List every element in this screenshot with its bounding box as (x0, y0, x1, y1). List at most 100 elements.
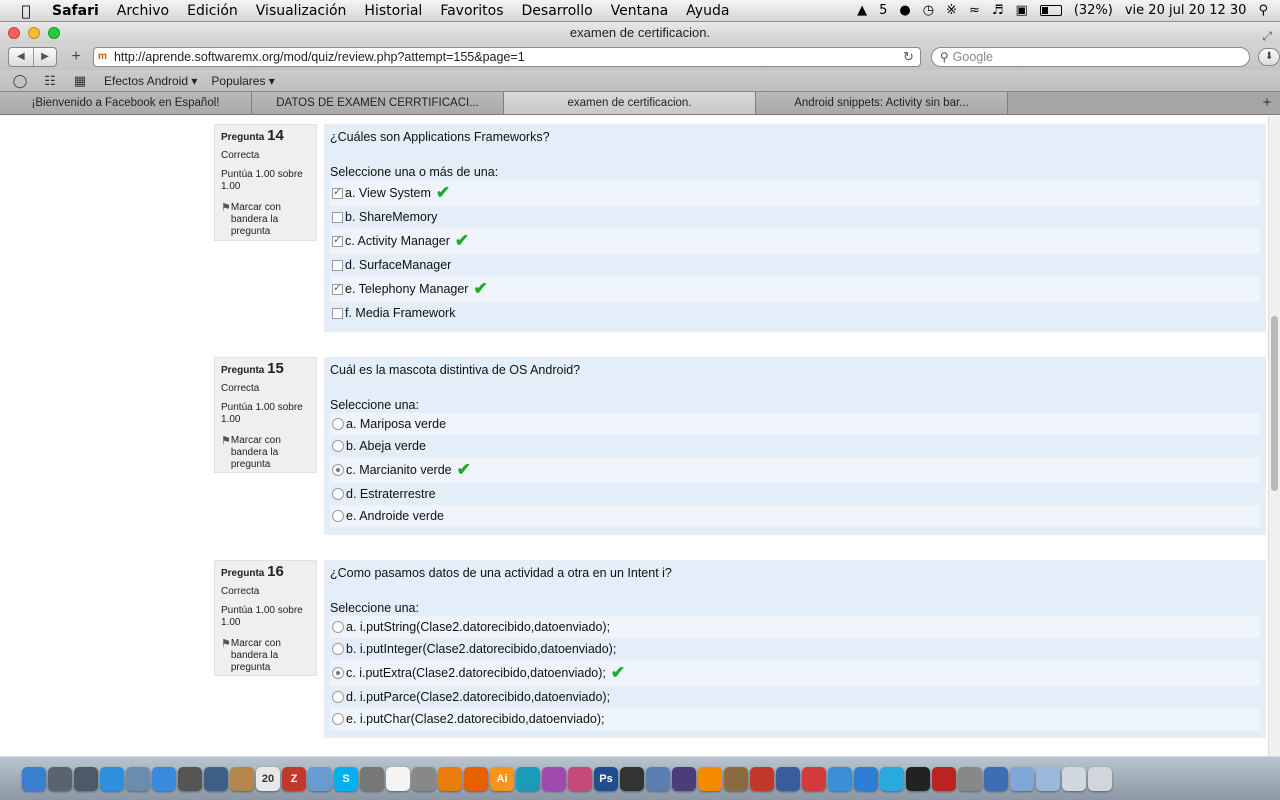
dock-mission-control-icon[interactable] (74, 766, 98, 791)
flag-question-text[interactable]: Marcar con bandera la pregunta (231, 435, 310, 471)
answer-option[interactable]: a. Mariposa verde (330, 413, 1260, 435)
answer-text[interactable]: a. Mariposa verde (346, 417, 446, 431)
answer-text[interactable]: b. i.putInteger(Clase2.datorecibido,dato… (346, 642, 616, 656)
keyboard-icon[interactable]: ▣ (1016, 3, 1028, 18)
dock-gimp-icon[interactable] (724, 766, 748, 791)
page-scrollbar[interactable] (1268, 116, 1280, 756)
dock-trash-icon[interactable] (1088, 766, 1112, 791)
dock-filezilla-icon[interactable]: Z (282, 766, 306, 791)
dock-preview-icon[interactable] (126, 766, 150, 791)
answer-option[interactable]: d. Estraterrestre (330, 483, 1260, 505)
dock-safari-icon[interactable] (152, 766, 176, 791)
apple-menu-icon[interactable]:  (14, 2, 38, 20)
menu-historial[interactable]: Historial (364, 3, 422, 19)
answer-text[interactable]: a. View System (345, 186, 431, 200)
dock-vlc-icon[interactable] (698, 766, 722, 791)
answer-option[interactable]: b. Abeja verde (330, 435, 1260, 457)
answer-checkbox[interactable] (332, 185, 343, 199)
menu-safari[interactable]: Safari (52, 3, 99, 19)
dock-virtualbox-2-icon[interactable] (646, 766, 670, 791)
answer-option[interactable]: f. Media Framework (330, 302, 1260, 324)
scrollbar-thumb[interactable] (1271, 316, 1278, 491)
dock-indesign-icon[interactable] (542, 766, 566, 791)
answer-text[interactable]: e. Telephony Manager (345, 282, 468, 296)
search-placeholder[interactable]: Google (953, 50, 993, 64)
dock-network-icon[interactable] (776, 766, 800, 791)
dock-terminal-icon[interactable] (906, 766, 930, 791)
adobe-updater-icon[interactable]: ▲ (857, 3, 867, 18)
menu-favoritos[interactable]: Favoritos (440, 3, 503, 19)
search-field[interactable]: ⚲ Google (930, 47, 1251, 67)
dock-system-prefs-icon[interactable] (516, 766, 540, 791)
tab-facebook[interactable]: ¡Bienvenido a Facebook en Español! (0, 92, 252, 114)
answer-checkbox[interactable] (332, 259, 343, 271)
answer-text[interactable]: e. i.putChar(Clase2.datorecibido,datoenv… (346, 712, 605, 726)
menu-ventana[interactable]: Ventana (611, 3, 669, 19)
time-machine-icon[interactable]: ◷ (923, 3, 934, 18)
answer-option[interactable]: b. i.putInteger(Clase2.datorecibido,dato… (330, 638, 1260, 660)
answer-option[interactable]: e. Androide verde (330, 505, 1260, 527)
reload-button[interactable]: ↻ (903, 49, 914, 65)
answer-text[interactable]: c. Activity Manager (345, 234, 450, 248)
answer-radio[interactable] (332, 418, 344, 430)
url-text[interactable]: http://aprende.softwaremx.org/mod/quiz/r… (114, 50, 525, 64)
tab-examen-certificacion[interactable]: examen de certificacion. (504, 92, 756, 114)
downloads-button[interactable]: ⬇ (1258, 48, 1280, 66)
flag-question-text[interactable]: Marcar con bandera la pregunta (231, 638, 310, 674)
dock-textedit-icon[interactable] (386, 766, 410, 791)
answer-text[interactable]: c. Marcianito verde (346, 463, 452, 477)
dock-sequel-icon[interactable] (828, 766, 852, 791)
dock-illustrator-icon[interactable]: Ai (490, 766, 514, 791)
wifi-icon[interactable]: ≈ (969, 3, 980, 18)
reading-list-icon[interactable]: ◯ (10, 73, 30, 89)
answer-text[interactable]: c. i.putExtra(Clase2.datorecibido,datoen… (346, 666, 606, 680)
answer-option[interactable]: a. View System ✔ (330, 180, 1260, 206)
answer-checkbox[interactable] (332, 281, 343, 295)
tab-datos-examen[interactable]: DATOS DE EXAMEN CERRTIFICACI... (252, 92, 504, 114)
answer-option[interactable]: c. Activity Manager ✔ (330, 228, 1260, 254)
answer-option[interactable]: a. i.putString(Clase2.datorecibido,datoe… (330, 616, 1260, 638)
dock-itunes-icon[interactable] (854, 766, 878, 791)
volume-icon[interactable]: ♬ (992, 3, 1004, 18)
answer-radio[interactable] (332, 510, 344, 522)
answer-option[interactable]: d. SurfaceManager (330, 254, 1260, 276)
dock-app-store-icon[interactable] (100, 766, 124, 791)
dock-facetime-icon[interactable] (178, 766, 202, 791)
tab-android-snippets[interactable]: Android snippets: Activity sin bar... (756, 92, 1008, 114)
dock-firefox-icon[interactable] (464, 766, 488, 791)
dock-finder-icon[interactable] (22, 766, 46, 791)
dock-red-app-icon[interactable] (932, 766, 956, 791)
dock-twitter-icon[interactable] (880, 766, 904, 791)
battery-icon[interactable] (1039, 5, 1062, 16)
dock-xcode-icon[interactable] (204, 766, 228, 791)
close-window-button[interactable] (8, 27, 20, 39)
menu-clock[interactable]: vie 20 jul 20 12 30 (1125, 3, 1247, 18)
address-bar[interactable]: m http://aprende.softwaremx.org/mod/quiz… (92, 47, 921, 67)
dock-skype-icon[interactable]: S (334, 766, 358, 791)
answer-option[interactable]: e. Telephony Manager ✔ (330, 276, 1260, 302)
answer-text[interactable]: b. Abeja verde (346, 439, 426, 453)
bookmarks-book-icon[interactable]: ☷ (40, 73, 60, 89)
answer-text[interactable]: e. Androide verde (346, 509, 444, 523)
answer-checkbox[interactable] (332, 233, 343, 247)
answer-text[interactable]: d. i.putParce(Clase2.datorecibido,datoen… (346, 690, 610, 704)
answer-radio[interactable] (332, 440, 344, 452)
menu-desarrollo[interactable]: Desarrollo (522, 3, 593, 19)
answer-radio[interactable] (332, 643, 344, 655)
dock-scripts-icon[interactable] (412, 766, 436, 791)
dock-virtualbox-icon[interactable] (308, 766, 332, 791)
dock-unity-icon[interactable] (620, 766, 644, 791)
flag-question-text[interactable]: Marcar con bandera la pregunta (231, 202, 310, 238)
dock-contacts-icon[interactable] (230, 766, 254, 791)
dock-photoshop-icon[interactable]: Ps (594, 766, 618, 791)
flag-question-link[interactable]: ⚑ Marcar con bandera la pregunta (221, 202, 310, 238)
answer-option[interactable]: b. ShareMemory (330, 206, 1260, 228)
notification-bell-icon[interactable]: ● (899, 3, 910, 18)
dock-xcode-tools-icon[interactable] (984, 766, 1008, 791)
dock-stack-folder-icon[interactable] (1062, 766, 1086, 791)
menu-visualizacion[interactable]: Visualización (256, 3, 347, 19)
back-button[interactable]: ◀ (9, 48, 33, 66)
dock-disk-utility-icon[interactable] (958, 766, 982, 791)
answer-option[interactable]: c. i.putExtra(Clase2.datorecibido,datoen… (330, 660, 1260, 686)
answer-option[interactable]: e. i.putChar(Clase2.datorecibido,datoenv… (330, 708, 1260, 730)
